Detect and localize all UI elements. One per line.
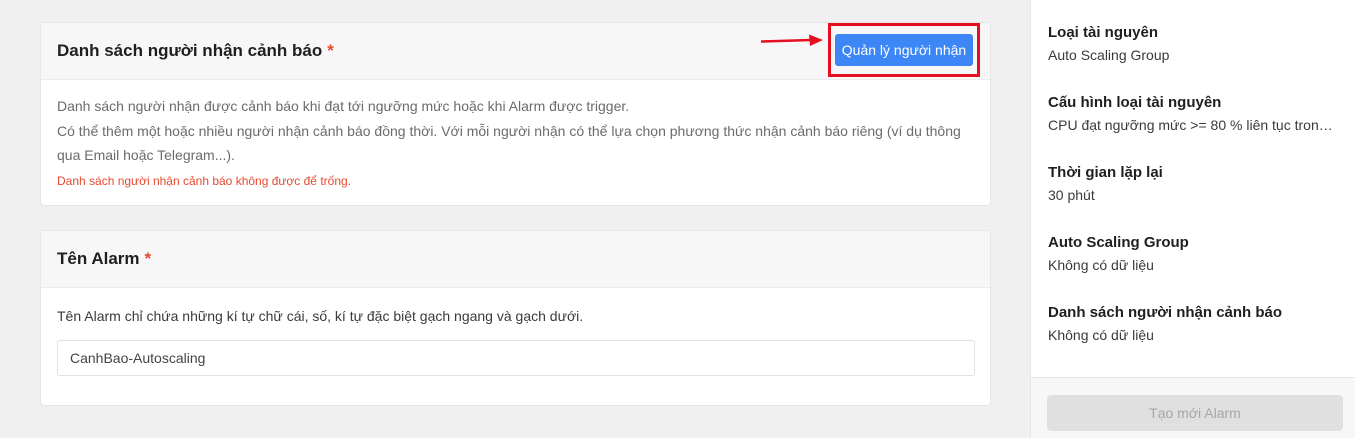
- summary-item-value: Không có dữ liệu: [1048, 257, 1154, 273]
- summary-item-label: Thời gian lặp lại: [1048, 164, 1163, 181]
- summary-item-resource-config: Cấu hình loại tài nguyên CPU đạt ngưỡng …: [1048, 94, 1333, 133]
- summary-item-repeat-time: Thời gian lặp lại 30 phút: [1048, 164, 1333, 203]
- main-content: Danh sách người nhận cảnh báo * Quản lý …: [0, 0, 1030, 438]
- alarm-name-card-header: Tên Alarm *: [41, 231, 990, 288]
- manage-recipients-button[interactable]: Quản lý người nhận: [835, 34, 973, 66]
- summary-item-label: Danh sách người nhận cảnh báo: [1048, 304, 1283, 321]
- summary-sidebar: Loại tài nguyên Auto Scaling Group Cấu h…: [1030, 0, 1355, 438]
- recipients-card: Danh sách người nhận cảnh báo * Quản lý …: [40, 22, 991, 206]
- recipients-error-message: Danh sách người nhận cảnh báo không được…: [57, 173, 351, 188]
- summary-item-value: 30 phút: [1048, 187, 1095, 203]
- summary-item-label: Auto Scaling Group: [1048, 234, 1189, 251]
- alarm-name-card: Tên Alarm * Tên Alarm chỉ chứa những kí …: [40, 230, 991, 406]
- summary-item-value: Không có dữ liệu: [1048, 327, 1154, 343]
- summary-item-value: Auto Scaling Group: [1048, 47, 1170, 63]
- recipients-description-line1: Danh sách người nhận được cảnh báo khi đ…: [57, 98, 630, 114]
- alarm-name-hint: Tên Alarm chỉ chứa những kí tự chữ cái, …: [57, 308, 584, 324]
- red-arrow-icon: [761, 34, 823, 46]
- recipients-card-title: Danh sách người nhận cảnh báo: [57, 41, 323, 60]
- summary-item-value: CPU đạt ngưỡng mức >= 80 % liên tục tron…: [1048, 117, 1333, 133]
- summary-item-label: Loại tài nguyên: [1048, 24, 1159, 41]
- required-mark: *: [327, 41, 334, 60]
- summary-item-auto-scaling-group: Auto Scaling Group Không có dữ liệu: [1048, 234, 1333, 273]
- alarm-name-card-title: Tên Alarm: [57, 249, 140, 268]
- recipients-description: Danh sách người nhận được cảnh báo khi đ…: [57, 94, 974, 168]
- summary-item-label: Cấu hình loại tài nguyên: [1048, 94, 1222, 111]
- create-alarm-button[interactable]: Tạo mới Alarm: [1047, 395, 1343, 431]
- summary-footer: Tạo mới Alarm: [1031, 377, 1355, 438]
- manage-recipients-highlight: Quản lý người nhận: [828, 23, 980, 77]
- summary-item-recipients: Danh sách người nhận cảnh báo Không có d…: [1048, 304, 1333, 343]
- required-mark: *: [144, 249, 152, 268]
- alarm-name-input[interactable]: [57, 340, 975, 376]
- recipients-card-header: Danh sách người nhận cảnh báo * Quản lý …: [41, 23, 990, 80]
- summary-item-resource-type: Loại tài nguyên Auto Scaling Group: [1048, 24, 1333, 63]
- recipients-description-line2: Có thể thêm một hoặc nhiều người nhận cả…: [57, 122, 961, 164]
